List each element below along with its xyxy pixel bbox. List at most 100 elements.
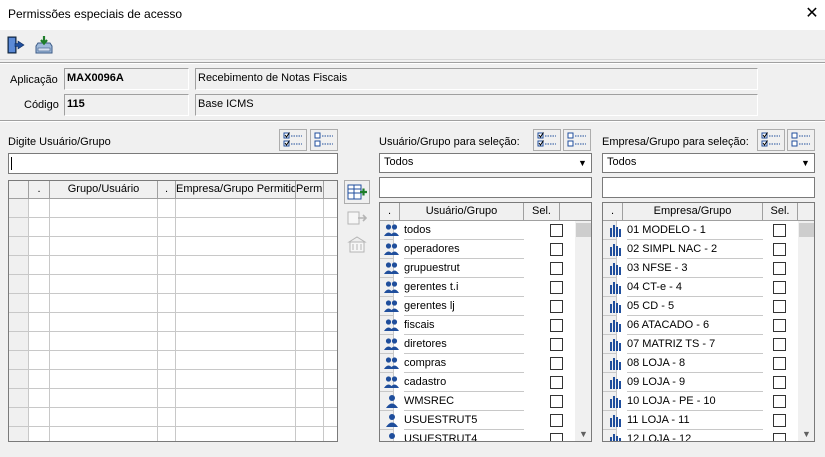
grid-cell[interactable]: [158, 332, 176, 351]
grid-cell[interactable]: [324, 313, 337, 332]
company-group-filter-select[interactable]: Todos ▼: [602, 153, 815, 173]
row-indicator-cell[interactable]: [9, 294, 29, 313]
grid-cell[interactable]: [50, 313, 158, 332]
column-header-grupo-usuario[interactable]: Grupo/Usuário: [50, 181, 158, 199]
grid-cell[interactable]: [29, 218, 50, 237]
grid-cell[interactable]: [29, 256, 50, 275]
grid-cell[interactable]: [324, 256, 337, 275]
select-checkbox[interactable]: [773, 433, 786, 441]
column-header-sel[interactable]: Sel.: [524, 203, 560, 221]
company-group-list[interactable]: . Empresa/Grupo Sel. 01 MODELO - 1 02 SIM…: [602, 202, 815, 442]
select-checkbox[interactable]: [550, 338, 563, 351]
grid-cell[interactable]: [296, 294, 324, 313]
left-select-all-button[interactable]: [279, 129, 307, 151]
select-checkbox[interactable]: [773, 224, 786, 237]
grid-cell[interactable]: [324, 351, 337, 370]
user-group-scrollbar[interactable]: ▼: [575, 221, 591, 441]
grid-cell[interactable]: [324, 370, 337, 389]
column-header-sel[interactable]: Sel.: [763, 203, 798, 221]
grid-cell[interactable]: [296, 256, 324, 275]
grid-cell[interactable]: [29, 427, 50, 441]
select-checkbox[interactable]: [773, 357, 786, 370]
select-checkbox[interactable]: [773, 338, 786, 351]
grid-cell[interactable]: [324, 199, 337, 218]
grid-cell[interactable]: [29, 332, 50, 351]
select-checkbox[interactable]: [550, 357, 563, 370]
grid-cell[interactable]: [50, 370, 158, 389]
row-indicator-cell[interactable]: [9, 389, 29, 408]
select-checkbox[interactable]: [550, 281, 563, 294]
grid-cell[interactable]: [50, 408, 158, 427]
grid-cell[interactable]: [50, 332, 158, 351]
grid-cell[interactable]: [50, 294, 158, 313]
grid-cell[interactable]: [296, 427, 324, 441]
user-group-row[interactable]: fiscais: [380, 316, 575, 335]
grid-cell[interactable]: [29, 275, 50, 294]
column-header-perm[interactable]: Perm.: [296, 181, 324, 199]
grid-cell[interactable]: [158, 389, 176, 408]
grid-cell[interactable]: [158, 351, 176, 370]
grid-cell[interactable]: [50, 199, 158, 218]
row-indicator-cell[interactable]: [9, 351, 29, 370]
select-checkbox[interactable]: [550, 262, 563, 275]
user-group-row[interactable]: USUESTRUT5: [380, 411, 575, 430]
user-group-filter-select[interactable]: Todos ▼: [379, 153, 592, 173]
grid-cell[interactable]: [158, 275, 176, 294]
scroll-thumb[interactable]: [799, 223, 814, 237]
select-checkbox[interactable]: [550, 319, 563, 332]
grid-cell[interactable]: [324, 332, 337, 351]
row-indicator-cell[interactable]: [9, 313, 29, 332]
remove-permission-button[interactable]: [344, 232, 370, 256]
grid-cell[interactable]: [296, 408, 324, 427]
company-group-row[interactable]: 05 CD - 5: [603, 297, 798, 316]
company-group-row[interactable]: 02 SIMPL NAC - 2: [603, 240, 798, 259]
user-group-row[interactable]: todos: [380, 221, 575, 240]
company-group-scrollbar[interactable]: ▼: [798, 221, 814, 441]
select-checkbox[interactable]: [773, 262, 786, 275]
grid-cell[interactable]: [158, 313, 176, 332]
grid-cell[interactable]: [158, 427, 176, 441]
grid-cell[interactable]: [296, 237, 324, 256]
middle-deselect-all-button[interactable]: [563, 129, 591, 151]
row-indicator-cell[interactable]: [9, 256, 29, 275]
grid-cell[interactable]: [158, 256, 176, 275]
grid-cell[interactable]: [176, 294, 296, 313]
grid-cell[interactable]: [176, 199, 296, 218]
grid-cell[interactable]: [176, 237, 296, 256]
select-checkbox[interactable]: [550, 243, 563, 256]
grid-cell[interactable]: [50, 389, 158, 408]
user-group-row[interactable]: diretores: [380, 335, 575, 354]
user-group-row[interactable]: cadastro: [380, 373, 575, 392]
grid-cell[interactable]: [324, 408, 337, 427]
grid-cell[interactable]: [158, 237, 176, 256]
row-indicator-cell[interactable]: [9, 427, 29, 441]
grid-cell[interactable]: [324, 389, 337, 408]
row-indicator-cell[interactable]: [9, 218, 29, 237]
row-indicator-cell[interactable]: [9, 199, 29, 218]
grid-cell[interactable]: [324, 275, 337, 294]
grid-cell[interactable]: [176, 313, 296, 332]
grid-cell[interactable]: [158, 408, 176, 427]
company-group-row[interactable]: 08 LOJA - 8: [603, 354, 798, 373]
column-header-usuario-grupo[interactable]: Usuário/Grupo: [400, 203, 524, 221]
grid-cell[interactable]: [158, 370, 176, 389]
grid-cell[interactable]: [296, 389, 324, 408]
company-group-row[interactable]: 06 ATACADO - 6: [603, 316, 798, 335]
select-checkbox[interactable]: [550, 433, 563, 441]
row-indicator-cell[interactable]: [9, 332, 29, 351]
grid-cell[interactable]: [29, 199, 50, 218]
grid-cell[interactable]: [158, 218, 176, 237]
grid-cell[interactable]: [29, 389, 50, 408]
grid-cell[interactable]: [296, 370, 324, 389]
company-group-row[interactable]: 07 MATRIZ TS - 7: [603, 335, 798, 354]
user-group-row[interactable]: gerentes t.i: [380, 278, 575, 297]
grid-cell[interactable]: [296, 332, 324, 351]
column-header-empresa-grupo-permitido[interactable]: Empresa/Grupo Permitido: [176, 181, 296, 199]
user-group-list[interactable]: . Usuário/Grupo Sel. todos operadores grup…: [379, 202, 592, 442]
grid-cell[interactable]: [50, 351, 158, 370]
select-checkbox[interactable]: [550, 300, 563, 313]
select-checkbox[interactable]: [773, 414, 786, 427]
permissions-grid[interactable]: . Grupo/Usuário . Empresa/Grupo Permitid…: [8, 180, 338, 442]
row-indicator-cell[interactable]: [9, 237, 29, 256]
grid-cell[interactable]: [324, 237, 337, 256]
